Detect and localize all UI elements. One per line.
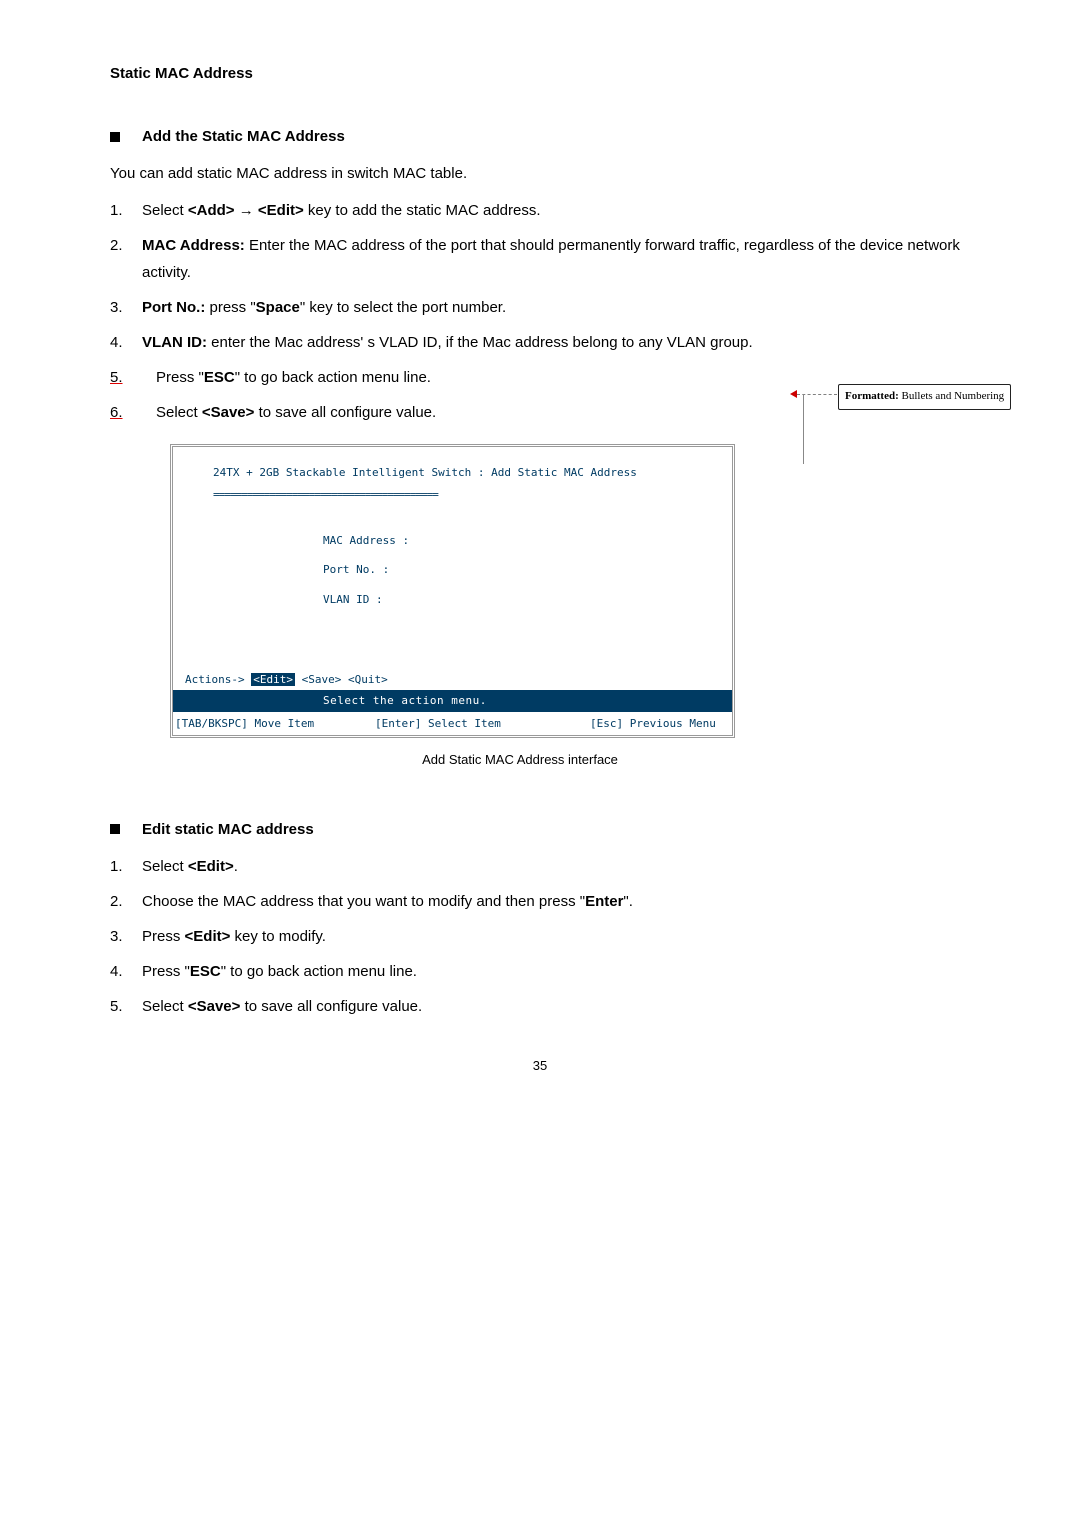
step-text: Select <Edit>. [142, 853, 970, 880]
t: " key to select the port number. [300, 299, 506, 316]
t: Press [142, 928, 185, 945]
step-text: Port No.: press "Space" key to select th… [142, 294, 970, 321]
t: Enter [585, 893, 623, 910]
step-text: MAC Address: Enter the MAC address of th… [142, 232, 970, 286]
terminal-field-port: Port No. : [323, 560, 722, 580]
step-4: 4. VLAN ID: enter the Mac address' s VLA… [110, 329, 970, 356]
step-number: 4. [110, 329, 142, 356]
t: <Add> [188, 202, 235, 219]
terminal-divider: ======================================== [183, 485, 722, 505]
terminal-statusbar: Select the action menu. [173, 690, 732, 712]
t: Select [142, 202, 188, 219]
steps-list-edit: 1. Select <Edit>. 2. Choose the MAC addr… [110, 853, 970, 1020]
step-2: 2. MAC Address: Enter the MAC address of… [110, 232, 970, 286]
terminal-field-vlan: VLAN ID : [323, 590, 722, 610]
terminal-title: 24TX + 2GB Stackable Intelligent Switch … [183, 463, 722, 483]
t: " to go back action menu line. [235, 369, 431, 386]
t: ". [623, 893, 633, 910]
step-number: 4. [110, 958, 142, 985]
t: MAC Address: [142, 237, 245, 254]
terminal-actions: Actions-> <Edit> <Save> <Quit> [183, 670, 722, 690]
step-number: 2. [110, 888, 142, 915]
step-e2: 2. Choose the MAC address that you want … [110, 888, 970, 915]
t: Select [142, 858, 188, 875]
t: enter the Mac address' s VLAD ID, if the… [207, 334, 753, 351]
section-heading-add-text: Add the Static MAC Address [142, 123, 345, 150]
section-heading-edit: Edit static MAC address [110, 816, 970, 843]
comment-text: Bullets and Numbering [899, 390, 1004, 402]
t: to save all configure value. [240, 998, 422, 1015]
step-text: Select <Save> to save all configure valu… [142, 993, 970, 1020]
step-text: Select <Add> → <Edit> key to add the sta… [142, 197, 970, 224]
section-heading-edit-text: Edit static MAC address [142, 816, 314, 843]
step-number: 5. [110, 364, 156, 391]
comment-label: Formatted: [845, 390, 899, 402]
step-3: 3. Port No.: press "Space" key to select… [110, 294, 970, 321]
step-number: 6. [110, 399, 156, 426]
comment-box[interactable]: Formatted: Bullets and Numbering [838, 384, 1011, 410]
section-heading-add: Add the Static MAC Address [110, 123, 970, 150]
t: → [235, 202, 258, 219]
t: <Edit> [185, 928, 231, 945]
t: Select [156, 404, 202, 421]
terminal-hint-esc: [Esc] Previous Menu [590, 714, 716, 734]
step-number: 1. [110, 197, 142, 224]
step-e3: 3. Press <Edit> key to modify. [110, 923, 970, 950]
t: <Save> [188, 998, 241, 1015]
terminal-screenshot: 24TX + 2GB Stackable Intelligent Switch … [170, 444, 735, 738]
t: <Edit> [188, 858, 234, 875]
step-number: 3. [110, 923, 142, 950]
t: Choose the MAC address that you want to … [142, 893, 585, 910]
terminal-field-mac: MAC Address : [323, 531, 722, 551]
terminal-quit-button[interactable]: <Quit> [348, 673, 388, 686]
step-number: 5. [110, 993, 142, 1020]
t: <Save> [202, 404, 255, 421]
step-text: Choose the MAC address that you want to … [142, 888, 970, 915]
terminal-edit-button[interactable]: <Edit> [251, 673, 295, 686]
t: Select [142, 998, 188, 1015]
t: press " [205, 299, 255, 316]
t: ESC [204, 369, 235, 386]
screenshot-caption: Add Static MAC Address interface [70, 748, 970, 771]
step-number: 1. [110, 853, 142, 880]
step-text: Press "ESC" to go back action menu line. [142, 958, 970, 985]
t: Enter the MAC address of the port that s… [142, 237, 960, 281]
step-text: Press <Edit> key to modify. [142, 923, 970, 950]
bullet-square-icon [110, 824, 120, 834]
actions-prefix: Actions-> [185, 673, 251, 686]
terminal-body: 24TX + 2GB Stackable Intelligent Switch … [173, 447, 732, 690]
t: Port No.: [142, 299, 205, 316]
step-number: 3. [110, 294, 142, 321]
t: key to add the static MAC address. [304, 202, 541, 219]
t: VLAN ID: [142, 334, 207, 351]
step-1: 1. Select <Add> → <Edit> key to add the … [110, 197, 970, 224]
bullet-square-icon [110, 132, 120, 142]
t: ESC [190, 963, 221, 980]
t: key to modify. [230, 928, 326, 945]
terminal-hint-select: [Enter] Select Item [375, 714, 590, 734]
terminal-save-button[interactable]: <Save> [295, 673, 348, 686]
t: <Edit> [258, 202, 304, 219]
comment-connector-vertical [803, 394, 804, 464]
t: Press " [156, 369, 204, 386]
t: Space [256, 299, 300, 316]
terminal-hint-move: [TAB/BKSPC] Move Item [175, 714, 375, 734]
page-number: 35 [110, 1054, 970, 1077]
step-e5: 5. Select <Save> to save all configure v… [110, 993, 970, 1020]
step-number: 2. [110, 232, 142, 286]
t: to save all configure value. [254, 404, 436, 421]
t: . [234, 858, 238, 875]
t: Press " [142, 963, 190, 980]
t: " to go back action menu line. [221, 963, 417, 980]
comment-arrow-icon [790, 390, 797, 398]
section-intro: You can add static MAC address in switch… [110, 160, 970, 187]
page-title: Static MAC Address [110, 60, 970, 87]
step-e1: 1. Select <Edit>. [110, 853, 970, 880]
terminal-footer: [TAB/BKSPC] Move Item [Enter] Select Ite… [173, 712, 732, 736]
step-text: VLAN ID: enter the Mac address' s VLAD I… [142, 329, 970, 356]
step-e4: 4. Press "ESC" to go back action menu li… [110, 958, 970, 985]
